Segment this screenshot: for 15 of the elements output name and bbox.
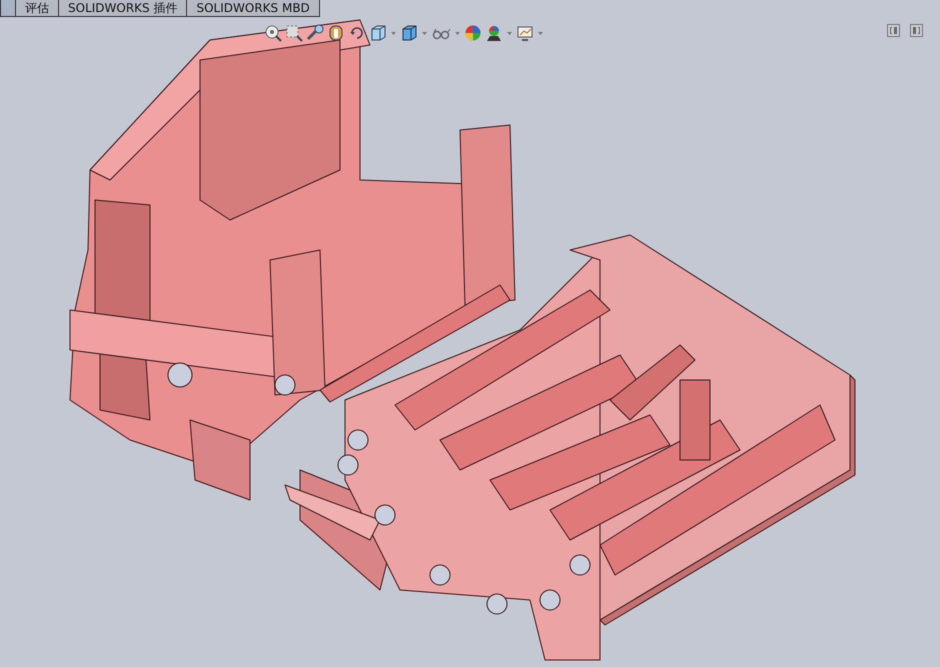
command-tab[interactable]: SOLIDWORKS 插件	[59, 0, 188, 17]
color-sphere-icon[interactable]	[464, 24, 482, 42]
cube-icon[interactable]	[369, 24, 387, 42]
shaded-cube-icon[interactable]	[400, 24, 418, 42]
magnifier-arrow-icon[interactable]	[306, 24, 324, 42]
scene-icon[interactable]	[485, 24, 503, 42]
command-tab[interactable]: 评估	[16, 0, 59, 17]
tab-sliver[interactable]	[0, 0, 16, 17]
monitor-icon[interactable]	[516, 24, 534, 42]
collapse-left-icon[interactable]	[887, 24, 900, 37]
zoom-area-icon[interactable]	[285, 24, 303, 42]
section-view-icon[interactable]	[327, 24, 345, 42]
expand-right-icon[interactable]	[910, 24, 923, 37]
command-tab[interactable]: SOLIDWORKS MBD	[187, 0, 320, 17]
zoom-to-fit-icon[interactable]	[264, 24, 282, 42]
